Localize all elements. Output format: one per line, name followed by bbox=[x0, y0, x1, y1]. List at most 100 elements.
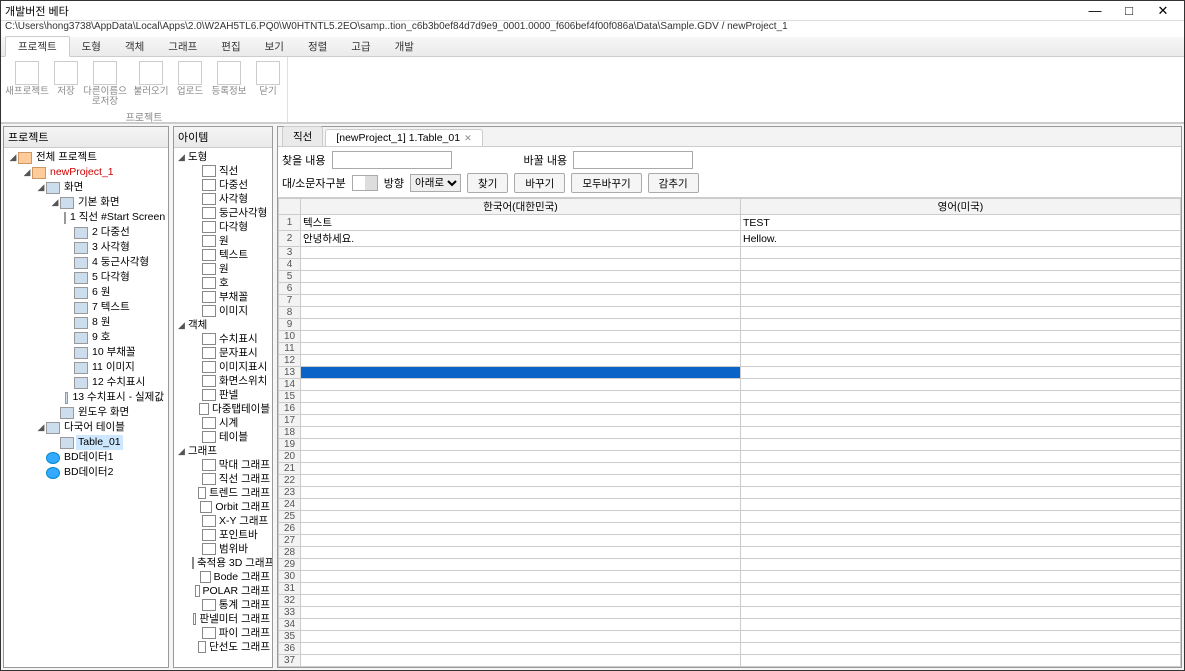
cell-en[interactable] bbox=[741, 391, 1181, 403]
menu-item-3[interactable]: 그래프 bbox=[156, 37, 209, 56]
items-graph-5[interactable]: 포인트바 bbox=[192, 528, 270, 542]
cell-en[interactable] bbox=[741, 271, 1181, 283]
table-row[interactable]: 19 bbox=[279, 439, 1181, 451]
table-row[interactable]: 23 bbox=[279, 487, 1181, 499]
table-row[interactable]: 14 bbox=[279, 379, 1181, 391]
table-row[interactable]: 1텍스트TEST bbox=[279, 215, 1181, 231]
items-graph-0[interactable]: 막대 그래프 bbox=[192, 458, 270, 472]
cell-ko[interactable] bbox=[301, 415, 741, 427]
case-toggle[interactable] bbox=[352, 175, 378, 191]
maximize-button[interactable]: □ bbox=[1112, 2, 1146, 20]
cell-ko[interactable] bbox=[301, 475, 741, 487]
tree-screen-item[interactable]: 11 이미지 bbox=[64, 360, 166, 375]
table-row[interactable]: 37 bbox=[279, 655, 1181, 667]
menu-item-6[interactable]: 정렬 bbox=[296, 37, 339, 56]
menu-item-4[interactable]: 편집 bbox=[209, 37, 252, 56]
project-tree[interactable]: ◢전체 프로젝트 ◢newProject_1 ◢화면 ◢기본 화면 1 직선 #… bbox=[4, 148, 168, 667]
cell-en[interactable] bbox=[741, 535, 1181, 547]
table-row[interactable]: 32 bbox=[279, 595, 1181, 607]
cell-en[interactable]: Hellow. bbox=[741, 231, 1181, 247]
col-header-ko[interactable]: 한국어(대한민국) bbox=[301, 199, 741, 215]
cell-en[interactable] bbox=[741, 283, 1181, 295]
cell-en[interactable] bbox=[741, 571, 1181, 583]
tree-base-screen[interactable]: ◢기본 화면 bbox=[50, 195, 166, 210]
table-row[interactable]: 20 bbox=[279, 451, 1181, 463]
tree-screen-item[interactable]: 3 사각형 bbox=[64, 240, 166, 255]
table-grid[interactable]: 한국어(대한민국) 영어(미국) 1텍스트TEST2안녕하세요.Hellow.3… bbox=[278, 198, 1181, 667]
items-shape-8[interactable]: 호 bbox=[192, 276, 270, 290]
cell-ko[interactable] bbox=[301, 427, 741, 439]
table-row[interactable]: 34 bbox=[279, 619, 1181, 631]
menu-item-5[interactable]: 보기 bbox=[253, 37, 296, 56]
cell-en[interactable] bbox=[741, 427, 1181, 439]
cell-en[interactable] bbox=[741, 487, 1181, 499]
table-row[interactable]: 29 bbox=[279, 559, 1181, 571]
tab-1[interactable]: [newProject_1] 1.Table_01✕ bbox=[325, 129, 482, 146]
tree-screen-item[interactable]: 8 원 bbox=[64, 315, 166, 330]
ribbon-btn-2[interactable]: 다른이름으로저장 bbox=[83, 59, 127, 108]
tree-bd2[interactable]: BD데이터2 bbox=[36, 465, 166, 480]
cell-en[interactable] bbox=[741, 595, 1181, 607]
tab-0[interactable]: 직선 bbox=[282, 126, 323, 146]
cell-ko[interactable] bbox=[301, 451, 741, 463]
cell-ko[interactable]: 텍스트 bbox=[301, 215, 741, 231]
items-shape-7[interactable]: 원 bbox=[192, 262, 270, 276]
cell-ko[interactable] bbox=[301, 247, 741, 259]
cell-ko[interactable] bbox=[301, 655, 741, 667]
cell-en[interactable] bbox=[741, 583, 1181, 595]
tree-screen-item[interactable]: 4 둥근사각형 bbox=[64, 255, 166, 270]
table-row[interactable]: 35 bbox=[279, 631, 1181, 643]
cell-ko[interactable] bbox=[301, 583, 741, 595]
cell-en[interactable] bbox=[741, 319, 1181, 331]
ribbon-btn-4[interactable]: 업로드 bbox=[175, 59, 205, 108]
items-graph-1[interactable]: 직선 그래프 bbox=[192, 472, 270, 486]
table-row[interactable]: 17 bbox=[279, 415, 1181, 427]
table-row[interactable]: 26 bbox=[279, 523, 1181, 535]
tree-screen-item[interactable]: 7 텍스트 bbox=[64, 300, 166, 315]
menu-item-0[interactable]: 프로젝트 bbox=[5, 36, 70, 57]
tree-screen-item[interactable]: 2 다중선 bbox=[64, 225, 166, 240]
items-cat-shape[interactable]: ◢도형 bbox=[178, 150, 270, 164]
cell-ko[interactable] bbox=[301, 379, 741, 391]
find-input[interactable] bbox=[332, 151, 452, 169]
table-row[interactable]: 27 bbox=[279, 535, 1181, 547]
table-row[interactable]: 38 bbox=[279, 667, 1181, 668]
close-button[interactable]: ✕ bbox=[1146, 2, 1180, 20]
table-row[interactable]: 16 bbox=[279, 403, 1181, 415]
cell-en[interactable] bbox=[741, 367, 1181, 379]
ribbon-btn-3[interactable]: 불러오기 bbox=[129, 59, 173, 108]
cell-en[interactable] bbox=[741, 619, 1181, 631]
items-graph-6[interactable]: 범위바 bbox=[192, 542, 270, 556]
items-tree[interactable]: ◢도형직선다중선사각형둥근사각형다각형원텍스트원호부채꼴이미지◢객체수치표시문자… bbox=[174, 148, 272, 667]
items-object-3[interactable]: 화면스위치 bbox=[192, 374, 270, 388]
cell-en[interactable] bbox=[741, 475, 1181, 487]
items-shape-4[interactable]: 다각형 bbox=[192, 220, 270, 234]
items-cat-object[interactable]: ◢객체 bbox=[178, 318, 270, 332]
cell-ko[interactable] bbox=[301, 367, 741, 379]
tree-project[interactable]: ◢newProject_1 bbox=[22, 165, 166, 180]
cell-ko[interactable] bbox=[301, 463, 741, 475]
items-graph-8[interactable]: Bode 그래프 bbox=[192, 570, 270, 584]
tree-bd1[interactable]: BD데이터1 bbox=[36, 450, 166, 465]
items-object-1[interactable]: 문자표시 bbox=[192, 346, 270, 360]
tree-lang-table[interactable]: Table_01 bbox=[50, 435, 166, 450]
cell-en[interactable] bbox=[741, 415, 1181, 427]
cell-en[interactable] bbox=[741, 523, 1181, 535]
tree-window-screen[interactable]: 윈도우 화면 bbox=[50, 405, 166, 420]
cell-ko[interactable] bbox=[301, 559, 741, 571]
items-graph-2[interactable]: 트렌드 그래프 bbox=[192, 486, 270, 500]
cell-en[interactable] bbox=[741, 307, 1181, 319]
table-row[interactable]: 8 bbox=[279, 307, 1181, 319]
cell-en[interactable] bbox=[741, 343, 1181, 355]
tree-screen-group[interactable]: ◢화면 bbox=[36, 180, 166, 195]
ribbon-btn-5[interactable]: 등록정보 bbox=[207, 59, 251, 108]
menu-item-1[interactable]: 도형 bbox=[70, 37, 113, 56]
minimize-button[interactable]: — bbox=[1078, 2, 1112, 20]
items-object-6[interactable]: 시계 bbox=[192, 416, 270, 430]
cell-ko[interactable] bbox=[301, 355, 741, 367]
tree-screen-item[interactable]: 13 수치표시 - 실제값 bbox=[64, 390, 166, 405]
cell-ko[interactable] bbox=[301, 535, 741, 547]
cell-ko[interactable] bbox=[301, 499, 741, 511]
items-graph-3[interactable]: Orbit 그래프 bbox=[192, 500, 270, 514]
cell-en[interactable] bbox=[741, 295, 1181, 307]
